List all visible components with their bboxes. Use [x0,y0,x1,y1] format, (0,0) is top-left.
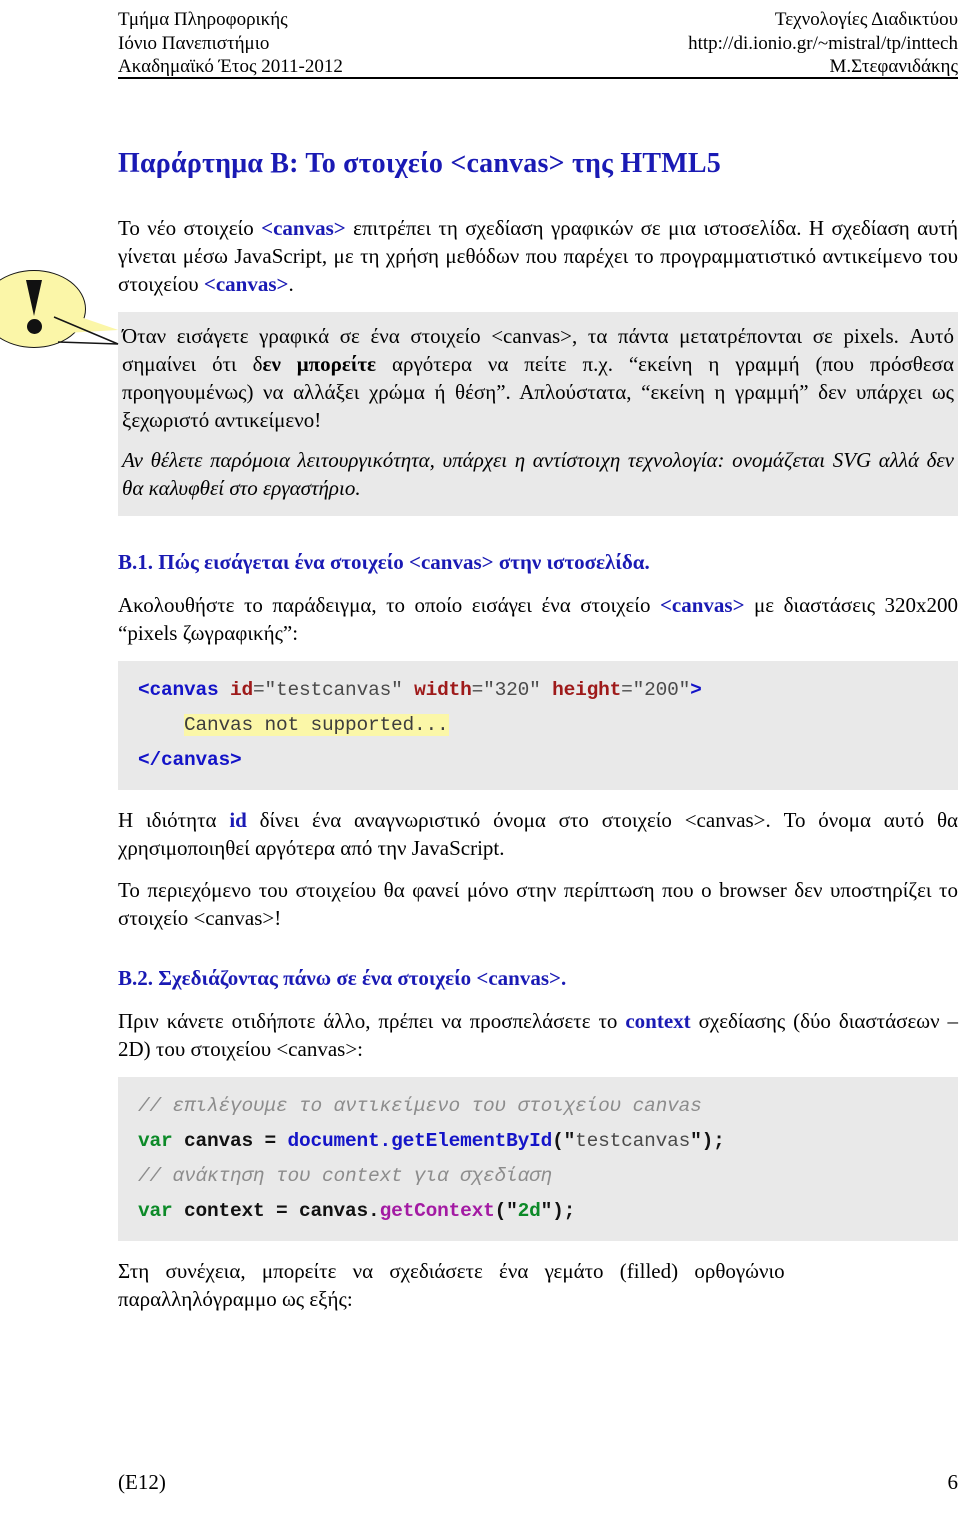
exclamation-mark [26,280,42,334]
code-tag-close: </canvas> [138,749,242,771]
exclamation-dot [26,319,42,334]
js-identifier-context: context = canvas. [172,1200,380,1222]
header-row-2: Ιόνιο Πανεπιστήμιο http://di.ionio.gr/~m… [118,32,958,56]
closing-text-tail: παραλληλόγραμμο ως εξής: [118,1287,353,1311]
exclamation-stem [26,280,42,316]
js-open-paren-1: (" [552,1130,576,1152]
js-line-2: var canvas = document.getElementById("te… [138,1124,958,1159]
header-row-1: Τμήμα Πληροφορικής Τεχνολογίες Διαδικτύο… [118,8,958,32]
code-block-javascript: // επιλέγουμε το αντικείμενο του στοιχεί… [118,1077,958,1241]
code-fallback-text: Canvas not supported... [184,714,449,736]
code-val-width: ="320" [471,679,541,701]
header-course: Τεχνολογίες Διαδικτύου [774,9,958,30]
closing-text-main: Στη συνέχεια, μπορείτε να σχεδιάσετε ένα… [118,1259,785,1283]
callout-emphasis: εν μπορείτε [262,352,377,376]
js-comment-2: // ανάκτηση του context για σχεδίαση [138,1165,553,1187]
b1-canvas-tag: <canvas> [659,593,745,617]
exclamation-bubble-icon [0,270,142,380]
section-heading-b1: Β.1. Πώς εισάγεται ένα στοιχείο <canvas>… [118,550,650,574]
after-id-keyword: id [229,808,247,832]
header-row-3: Ακαδημαϊκό Έτος 2011-2012 Μ.Στεφανιδάκης [118,55,958,79]
callout-note-box: Όταν εισάγετε γραφικά σε ένα στοιχείο <c… [118,312,958,516]
intro-text-c: . [288,272,294,296]
after-code-paragraph-2: Το περιεχόμενο του στοιχείου θα φανεί μό… [118,878,958,930]
js-close-paren-1: "); [690,1130,725,1152]
after-text-a: Η ιδιότητα [118,808,230,832]
document-content: Παράρτημα Β: Το στοιχείο <canvas> της HT… [118,120,958,1313]
b1-text-a: Ακολουθήστε το παράδειγμα, το οποίο εισά… [118,593,660,617]
closing-paragraph: Στη συνέχεια, μπορείτε να σχεδιάσετε ένα… [118,1257,958,1313]
footer-label: (E12) [118,1470,166,1494]
header-academic-year: Ακαδημαϊκό Έτος 2011-2012 [118,56,343,77]
code-line-3: </canvas> [138,743,958,778]
header-author: Μ.Στεφανιδάκης [829,56,958,77]
section-heading-b2: Β.2. Σχεδιάζοντας πάνω σε ένα στοιχείο <… [118,966,567,990]
code-line-1: <canvas id="testcanvas" width="320" heig… [138,673,958,708]
js-comment-1: // επιλέγουμε το αντικείμενο του στοιχεί… [138,1095,702,1117]
header-divider [118,77,958,79]
code-tag-open: <canvas [138,679,219,701]
code-attr-height: height [552,679,622,701]
header-university: Ιόνιο Πανεπιστήμιο [118,32,270,54]
js-line-1: // επιλέγουμε το αντικείμενο του στοιχεί… [138,1089,958,1124]
js-string-2d: 2d [517,1200,541,1222]
section-b1-paragraph: Ακολουθήστε το παράδειγμα, το οποίο εισά… [118,591,958,647]
js-call-getcontext: getContext [379,1200,495,1222]
b2-text-a: Πριν κάνετε οτιδήποτε άλλο, πρέπει να πρ… [118,1009,626,1033]
intro-canvas-tag-1: <canvas> [261,216,346,240]
intro-paragraph: Το νέο στοιχείο <canvas> επιτρέπει τη σχ… [118,214,958,298]
callout-paragraph: Όταν εισάγετε γραφικά σε ένα στοιχείο <c… [122,322,954,434]
page-footer: (E12) 6 [118,1470,958,1495]
header-department: Τμήμα Πληροφορικής [118,9,288,30]
section-b2-paragraph: Πριν κάνετε οτιδήποτε άλλο, πρέπει να πρ… [118,1007,958,1063]
code-attr-width: width [414,679,472,701]
code-tag-gt: > [690,679,702,701]
js-line-3: // ανάκτηση του context για σχεδίαση [138,1159,958,1194]
js-string-testcanvas: testcanvas [575,1130,691,1152]
js-keyword-var-1: var [138,1130,173,1152]
page-header: Τμήμα Πληροφορικής Τεχνολογίες Διαδικτύο… [118,8,958,79]
b2-context-keyword: context [625,1009,691,1033]
js-call-getelementbyid: document.getElementById [287,1130,553,1152]
code-block-html: <canvas id="testcanvas" width="320" heig… [118,661,958,790]
js-identifier-canvas: canvas = [172,1130,288,1152]
callout-svg-note: Αν θέλετε παρόμοια λειτουργικότητα, υπάρ… [122,448,954,500]
code-line-2: Canvas not supported... [138,708,958,743]
page-number: 6 [947,1470,959,1494]
code-val-height: ="200" [621,679,691,701]
js-line-4: var context = canvas.getContext("2d"); [138,1194,958,1229]
header-url: http://di.ionio.gr/~mistral/tp/inttech [688,32,958,54]
code-attr-id: id [230,679,254,701]
after-code-paragraph-1: Η ιδιότητα id δίνει ένα αναγνωριστικό όν… [118,806,958,862]
js-close-paren-2: "); [540,1200,576,1222]
document-page: Τμήμα Πληροφορικής Τεχνολογίες Διαδικτύο… [0,0,960,1532]
js-open-paren-2: (" [494,1200,518,1222]
intro-text-a: Το νέο στοιχείο [118,216,262,240]
js-keyword-var-2: var [138,1200,173,1222]
page-title: Παράρτημα Β: Το στοιχείο <canvas> της HT… [118,148,721,179]
code-val-id: ="testcanvas" [253,679,403,701]
intro-canvas-tag-2: <canvas> [203,272,289,296]
